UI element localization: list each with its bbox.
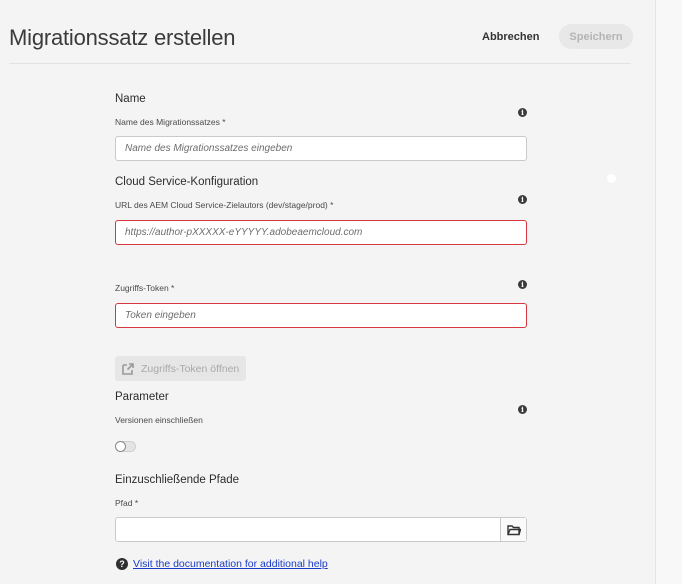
info-icon[interactable]: i <box>518 280 527 289</box>
documentation-help-link[interactable]: Visit the documentation for additional h… <box>133 558 328 570</box>
open-access-token-button[interactable]: Zugriffs-Token öffnen <box>115 356 246 381</box>
decorative-dot <box>607 174 616 183</box>
name-section-title: Name <box>115 93 146 105</box>
header-divider <box>9 63 631 64</box>
open-access-token-label: Zugriffs-Token öffnen <box>141 362 240 375</box>
save-button[interactable]: Speichern <box>559 24 633 49</box>
target-author-url-label: URL des AEM Cloud Service-Zielautors (de… <box>115 200 334 210</box>
help-icon: ? <box>116 558 128 570</box>
cancel-button[interactable]: Abbrechen <box>474 27 547 47</box>
path-field <box>115 517 527 542</box>
folder-icon <box>506 524 521 535</box>
migration-set-name-label: Name des Migrationssatzes * <box>115 117 226 127</box>
parameter-section-title: Parameter <box>115 391 169 403</box>
page-header: Migrationssatz erstellen Abbrechen Speic… <box>0 0 655 64</box>
target-author-url-input[interactable] <box>115 220 527 245</box>
info-icon[interactable]: i <box>518 405 527 414</box>
page-title: Migrationssatz erstellen <box>9 25 236 50</box>
toggle-knob <box>115 441 126 452</box>
info-icon[interactable]: i <box>518 195 527 204</box>
path-input[interactable] <box>116 518 500 541</box>
external-link-icon <box>122 362 134 375</box>
path-label: Pfad * <box>115 498 139 508</box>
browse-path-button[interactable] <box>500 518 526 541</box>
info-icon[interactable]: i <box>518 108 527 117</box>
paths-section-title: Einzuschließende Pfade <box>115 474 240 486</box>
cloud-service-section-title: Cloud Service-Konfiguration <box>115 176 259 188</box>
access-token-label: Zugriffs-Token * <box>115 283 175 293</box>
include-versions-label: Versionen einschließen <box>115 415 203 425</box>
right-scroll-strip <box>655 0 682 584</box>
migration-set-name-input[interactable] <box>115 136 527 161</box>
include-versions-toggle[interactable] <box>115 441 136 452</box>
access-token-input[interactable] <box>115 303 527 328</box>
